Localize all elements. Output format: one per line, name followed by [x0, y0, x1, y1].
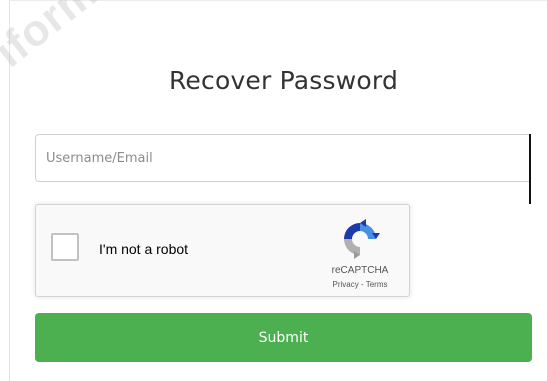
- recaptcha-terms-link[interactable]: Terms: [366, 280, 388, 289]
- recaptcha-label: I'm not a robot: [99, 241, 189, 257]
- panel-border-left: [9, 0, 10, 381]
- recaptcha-logo-icon: [344, 219, 380, 259]
- username-email-input[interactable]: [35, 134, 529, 182]
- submit-button[interactable]: Submit: [35, 313, 532, 362]
- recaptcha-brand: reCAPTCHA: [331, 265, 389, 276]
- recaptcha-links: Privacy - Terms: [317, 280, 403, 289]
- recaptcha-widget: I'm not a robot reCAPTCHA Privacy - Term…: [35, 204, 410, 297]
- panel-border-top: [9, 0, 547, 1]
- recaptcha-links-separator: -: [358, 280, 366, 289]
- page-title: Recover Password: [168, 66, 399, 95]
- panel-divider-line: [529, 134, 531, 204]
- recover-password-page: iform Recover Password I'm not a robot r…: [0, 0, 547, 381]
- recaptcha-checkbox[interactable]: [51, 233, 79, 261]
- recaptcha-privacy-link[interactable]: Privacy: [333, 280, 359, 289]
